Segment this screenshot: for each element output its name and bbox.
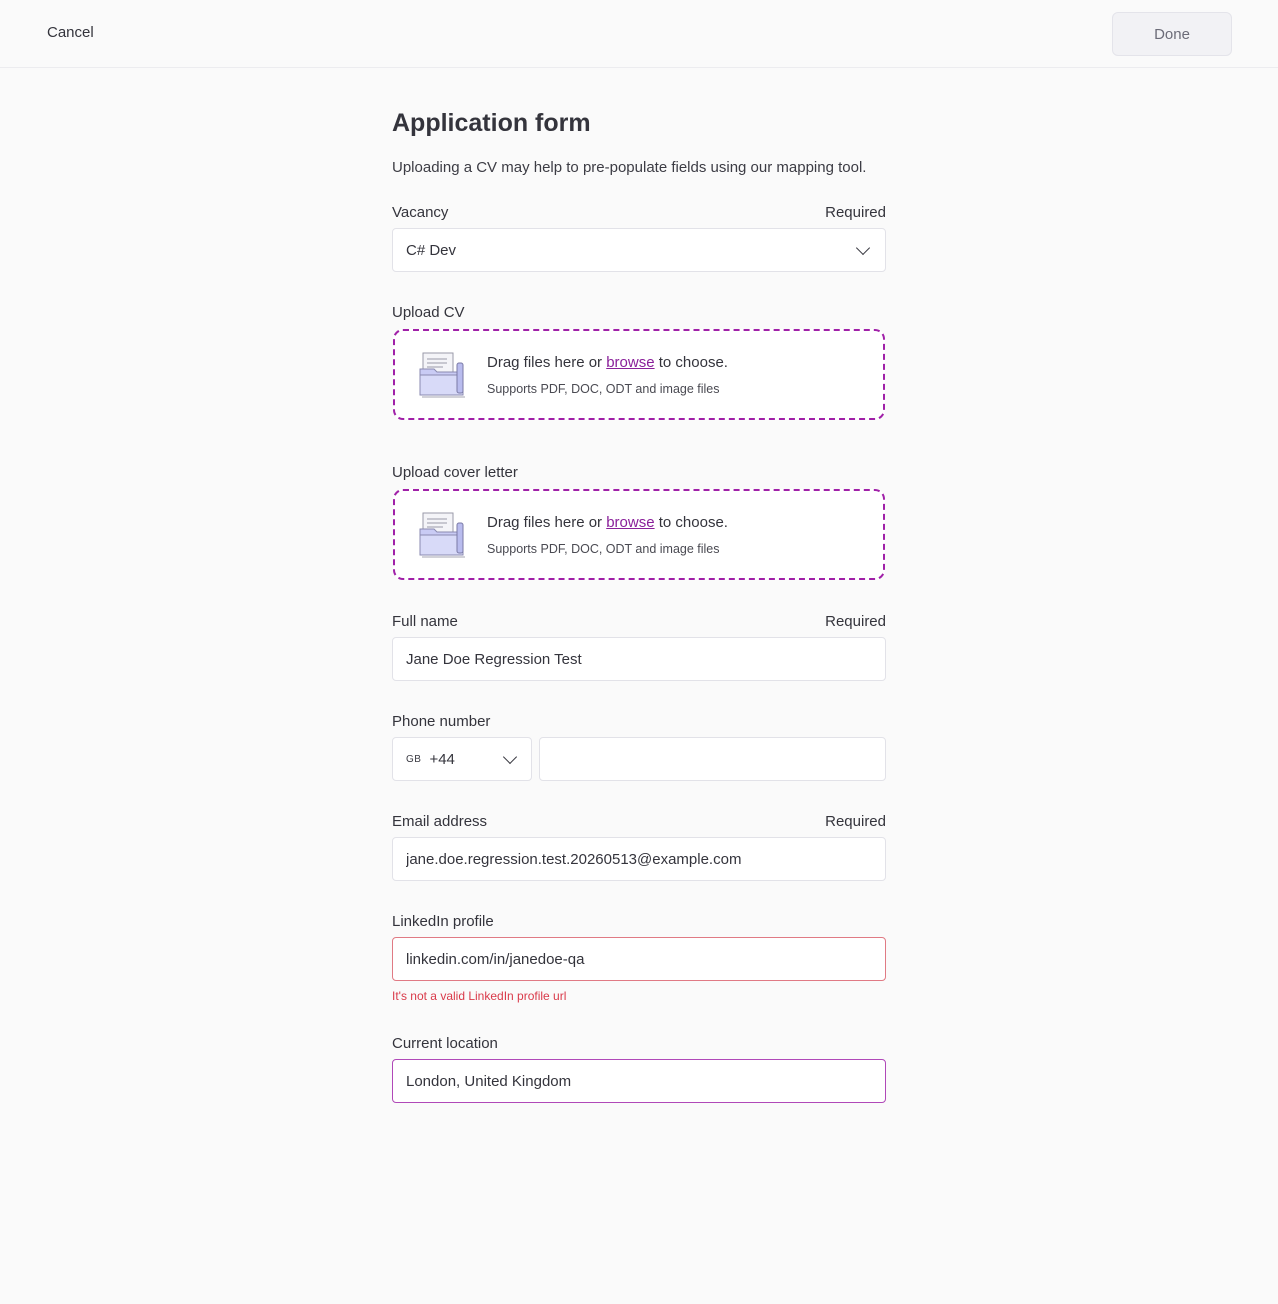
- cover-support-text: Supports PDF, DOC, ODT and image files: [487, 542, 720, 556]
- full-name-label-row: Full name Required: [392, 611, 886, 631]
- vacancy-value: C# Dev: [406, 241, 457, 259]
- vacancy-label-row: Vacancy Required: [392, 202, 886, 222]
- form-intro: Uploading a CV may help to pre-populate …: [392, 159, 867, 176]
- cover-choose-text: to choose.: [654, 514, 728, 531]
- linkedin-label: LinkedIn profile: [392, 912, 494, 930]
- cover-dropzone-text: Drag files here or browse to choose.: [487, 514, 728, 531]
- location-label: Current location: [392, 1034, 498, 1052]
- country-code: +44: [429, 750, 455, 768]
- cv-choose-text: to choose.: [654, 354, 728, 371]
- location-input[interactable]: London, United Kingdom: [392, 1059, 886, 1103]
- upload-cv-label-row: Upload CV: [392, 302, 886, 322]
- top-bar: Cancel Done: [0, 0, 1278, 68]
- country-code-select[interactable]: GB +44: [392, 737, 532, 781]
- location-value: London, United Kingdom: [406, 1072, 572, 1090]
- linkedin-error-message: It's not a valid LinkedIn profile url: [392, 989, 567, 1003]
- cv-dropzone[interactable]: Drag files here or browse to choose. Sup…: [393, 329, 885, 420]
- cover-letter-dropzone[interactable]: Drag files here or browse to choose. Sup…: [393, 489, 885, 580]
- linkedin-input[interactable]: linkedin.com/in/janedoe-qa: [392, 937, 886, 981]
- done-button[interactable]: Done: [1112, 12, 1232, 56]
- email-label-row: Email address Required: [392, 811, 886, 831]
- phone-label: Phone number: [392, 712, 491, 730]
- email-value: jane.doe.regression.test.20260513@exampl…: [406, 850, 742, 868]
- linkedin-value: linkedin.com/in/janedoe-qa: [406, 950, 585, 968]
- linkedin-label-row: LinkedIn profile: [392, 911, 886, 931]
- vacancy-required: Required: [825, 203, 886, 221]
- vacancy-select[interactable]: C# Dev: [392, 228, 886, 272]
- chevron-down-icon: [502, 749, 518, 764]
- country-flag: GB: [406, 753, 422, 765]
- full-name-value: Jane Doe Regression Test: [406, 650, 582, 668]
- cv-drag-text: Drag files here or: [487, 354, 607, 371]
- full-name-input[interactable]: Jane Doe Regression Test: [392, 637, 886, 681]
- page-title: Application form: [392, 109, 591, 137]
- folder-document-icon: [419, 352, 465, 398]
- cover-drag-text: Drag files here or: [487, 514, 607, 531]
- email-input[interactable]: jane.doe.regression.test.20260513@exampl…: [392, 837, 886, 881]
- folder-document-icon: [419, 512, 465, 558]
- cover-browse-link[interactable]: browse: [606, 514, 654, 531]
- cancel-button[interactable]: Cancel: [47, 24, 94, 41]
- email-label: Email address: [392, 812, 488, 830]
- upload-cv-label: Upload CV: [392, 303, 465, 321]
- chevron-down-icon: [855, 240, 871, 255]
- full-name-required: Required: [825, 612, 886, 630]
- email-required: Required: [825, 812, 886, 830]
- vacancy-label: Vacancy: [392, 203, 449, 221]
- upload-cover-label: Upload cover letter: [392, 463, 518, 481]
- full-name-label: Full name: [392, 612, 458, 630]
- phone-input[interactable]: [539, 737, 886, 781]
- cv-support-text: Supports PDF, DOC, ODT and image files: [487, 382, 720, 396]
- upload-cover-label-row: Upload cover letter: [392, 462, 886, 482]
- cv-dropzone-text: Drag files here or browse to choose.: [487, 354, 728, 371]
- phone-label-row: Phone number: [392, 711, 886, 731]
- cv-browse-link[interactable]: browse: [606, 354, 654, 371]
- location-label-row: Current location: [392, 1033, 886, 1053]
